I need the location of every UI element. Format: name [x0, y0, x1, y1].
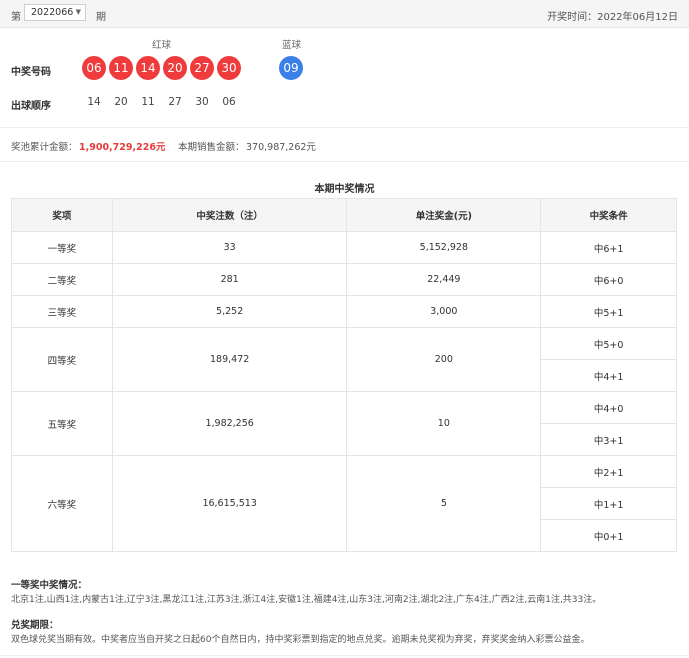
- blue-ball: 09: [279, 56, 303, 80]
- redeem-text: 双色球兑奖当期有效。中奖者应当自开奖之日起60个自然日内，持中奖彩票到指定的地点…: [11, 635, 590, 645]
- order-number: 27: [168, 96, 182, 108]
- open-date: 开奖时间：2022年06月12日: [547, 12, 678, 23]
- column-header: 中奖注数（注）: [111, 198, 348, 232]
- prize-name: 三等奖: [11, 295, 113, 328]
- prize-condition: 中0+1: [540, 519, 677, 552]
- red-ball: 11: [109, 56, 133, 80]
- issue-value: 2022066: [31, 7, 74, 18]
- first-prize-text: 北京1注,山西1注,内蒙古1注,辽宁3注,黑龙江1注,江苏3注,浙江4注,安徽1…: [11, 595, 602, 605]
- order-number: 20: [114, 96, 128, 108]
- winner-count: 189,472: [111, 327, 348, 392]
- issue-prefix: 第: [11, 12, 21, 23]
- red-ball: 20: [163, 56, 187, 80]
- table-row: 三等奖 5,252 3,000 中5+1: [11, 295, 677, 328]
- column-header: 中奖条件: [540, 198, 677, 232]
- blue-ball-header: 蓝球: [282, 40, 302, 51]
- issue-suffix: 期: [96, 12, 106, 23]
- prize-amount: 5,152,928: [346, 231, 542, 264]
- chevron-down-icon: ▼: [75, 8, 81, 16]
- prize-name: 六等奖: [11, 455, 113, 552]
- prize-name: 五等奖: [11, 391, 113, 456]
- prize-condition: 中2+1: [540, 455, 677, 488]
- prize-table-title: 本期中奖情况: [314, 184, 375, 195]
- prize-amount: 3,000: [346, 295, 542, 328]
- table-row: 一等奖 33 5,152,928 中6+1: [11, 231, 677, 264]
- sales-value: 370,987,262元: [246, 142, 316, 153]
- red-ball: 14: [136, 56, 160, 80]
- column-header: 奖项: [11, 198, 113, 232]
- order-number: 06: [222, 96, 236, 108]
- table-row: 五等奖 1,982,256 10 中4+0: [11, 391, 677, 456]
- prize-amount: 200: [346, 327, 542, 392]
- pool-info: 奖池累计金额： 1,900,729,226元 本期销售金额： 370,987,2…: [0, 127, 689, 162]
- prize-amount: 22,449: [346, 263, 542, 296]
- prize-amount: 10: [346, 391, 542, 456]
- table-row: 二等奖 281 22,449 中6+0: [11, 263, 677, 296]
- prize-condition: 中5+0: [540, 327, 677, 360]
- prize-condition: 中6+1: [540, 231, 677, 264]
- order-number: 11: [141, 96, 155, 108]
- prize-condition: 中4+1: [540, 359, 677, 392]
- prize-name: 一等奖: [11, 231, 113, 264]
- column-header: 单注奖金(元): [346, 198, 542, 232]
- prize-condition: 中3+1: [540, 423, 677, 456]
- issue-select[interactable]: 2022066 ▼: [24, 4, 86, 21]
- prize-name: 二等奖: [11, 263, 113, 296]
- prize-name: 四等奖: [11, 327, 113, 392]
- winner-count: 16,615,513: [111, 455, 348, 552]
- prize-condition: 中1+1: [540, 487, 677, 520]
- pool-label: 奖池累计金额：: [11, 142, 78, 153]
- winner-count: 5,252: [111, 295, 348, 328]
- divider: [0, 655, 689, 656]
- prize-table: 奖项 中奖注数（注） 单注奖金(元) 中奖条件 一等奖 33 5,152,928…: [11, 198, 677, 552]
- winner-count: 1,982,256: [111, 391, 348, 456]
- red-ball: 30: [217, 56, 241, 80]
- prize-condition: 中4+0: [540, 391, 677, 424]
- table-row: 六等奖 16,615,513 5 中2+1: [11, 455, 677, 552]
- winner-count: 33: [111, 231, 348, 264]
- pool-value: 1,900,729,226元: [79, 142, 166, 153]
- issue-bar: 第 2022066 ▼ 期 开奖时间：2022年06月12日: [0, 0, 689, 28]
- red-ball: 27: [190, 56, 214, 80]
- table-row: 四等奖 189,472 200 中5+0: [11, 327, 677, 392]
- order-number: 30: [195, 96, 209, 108]
- first-prize-title: 一等奖中奖情况：: [11, 580, 88, 591]
- table-header-row: 奖项 中奖注数（注） 单注奖金(元) 中奖条件: [11, 198, 677, 232]
- win-numbers-label: 中奖号码: [11, 67, 51, 78]
- draw-order-label: 出球顺序: [11, 101, 51, 112]
- winner-count: 281: [111, 263, 348, 296]
- sales-label: 本期销售金额：: [178, 142, 245, 153]
- prize-condition: 中6+0: [540, 263, 677, 296]
- order-number: 14: [87, 96, 101, 108]
- redeem-title: 兑奖期限：: [11, 620, 59, 631]
- prize-condition: 中5+1: [540, 295, 677, 328]
- prize-amount: 5: [346, 455, 542, 552]
- red-ball: 06: [82, 56, 106, 80]
- red-ball-header: 红球: [152, 40, 172, 51]
